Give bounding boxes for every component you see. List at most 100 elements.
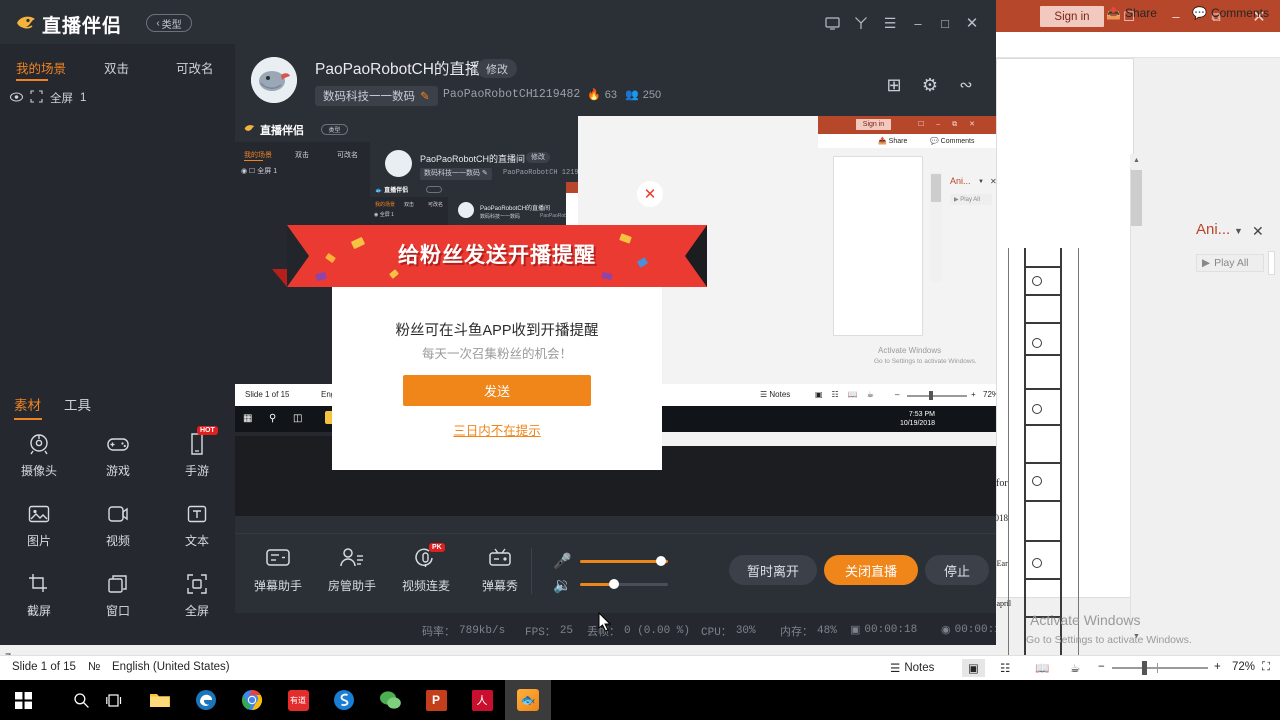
video-icon xyxy=(106,502,130,526)
ppt-comments-button[interactable]: 💬 Comments xyxy=(1186,3,1275,23)
category-pill[interactable]: 数码科技一一数码 ✎ xyxy=(315,86,438,106)
douyu-minimize-icon[interactable]: – xyxy=(906,14,930,32)
slide-text-fragment-2: for xyxy=(996,478,1008,489)
asset-item-window[interactable]: 窗口 xyxy=(79,572,157,640)
edit-pencil-icon[interactable]: ✎ xyxy=(420,89,430,103)
slide-indicator[interactable]: Slide 1 of 15 xyxy=(12,661,76,673)
powerpoint-status-bar: Slide 1 of 15 № English (United States) … xyxy=(0,655,1280,680)
layout-icon[interactable]: ⊞ xyxy=(882,73,906,97)
scene-tab-my-scenes[interactable]: 我的场景 xyxy=(16,58,66,77)
task-view-icon[interactable] xyxy=(92,680,138,720)
tool-room-admin[interactable]: 房管助手 xyxy=(315,546,389,594)
record-time-stat: ▣ 00:00:18 xyxy=(850,624,918,637)
taskbar-app-google-chrome[interactable] xyxy=(229,680,275,720)
tool-video-link[interactable]: PK 视频连麦 xyxy=(389,543,463,594)
slide-pane-scrollbar[interactable] xyxy=(1130,154,1143,644)
asset-item-label: 截屏 xyxy=(26,604,51,618)
ppt-minimize-icon[interactable]: – xyxy=(1165,7,1187,26)
speaker-slider-knob[interactable] xyxy=(609,579,619,589)
tool-danmaku-assistant[interactable]: 弹幕助手 xyxy=(241,546,315,594)
spell-check-icon[interactable]: № xyxy=(88,661,100,673)
language-indicator[interactable]: English (United States) xyxy=(112,661,230,673)
modify-room-button[interactable]: 修改 xyxy=(477,59,517,78)
share-icon: 📤 xyxy=(1106,6,1121,20)
taskbar-app-youdao-dictionary[interactable]: 有道 xyxy=(275,680,321,720)
speaker-slider-fill xyxy=(580,583,610,586)
record-box-icon: ▣ xyxy=(850,625,861,637)
cpu-stat: CPU： 30% xyxy=(701,625,756,639)
windows-start-icon[interactable] xyxy=(0,680,46,720)
zoom-level-label[interactable]: 72% xyxy=(1232,661,1255,673)
avatar[interactable] xyxy=(251,57,297,103)
asset-item-video[interactable]: 视频 xyxy=(79,502,157,570)
slide-technical-drawing xyxy=(1000,248,1130,698)
taskbar-app-sogou-browser[interactable] xyxy=(321,680,367,720)
douyu-maximize-icon[interactable]: □ xyxy=(933,14,957,32)
stop-button[interactable]: 停止 xyxy=(925,555,989,585)
ppt-sign-in-button[interactable]: Sign in xyxy=(1040,6,1104,27)
taskbar-app-microsoft-edge[interactable] xyxy=(183,680,229,720)
notes-button[interactable]: ☰ Notes xyxy=(890,661,934,675)
scroll-up-icon[interactable]: ▲ xyxy=(1130,154,1143,168)
normal-view-icon[interactable]: ▣ xyxy=(962,659,985,677)
animation-pane-strip xyxy=(1268,251,1275,275)
modal-close-button[interactable]: ✕ xyxy=(637,181,663,207)
modal-dismiss-link[interactable]: 三日内不在提示 xyxy=(332,420,662,439)
asset-item-screenshot[interactable]: 截屏 xyxy=(0,572,78,640)
animation-pane-scrollbar[interactable] xyxy=(1268,298,1279,658)
asset-item-fullscreen[interactable]: 全屏 xyxy=(158,572,236,640)
asset-item-mobile-game[interactable]: HOT 手游 xyxy=(158,426,236,500)
taskbar-app-wechat[interactable] xyxy=(367,680,413,720)
ppt-share-button[interactable]: 📤 Share xyxy=(1100,3,1163,23)
reading-view-icon[interactable]: 📖 xyxy=(1035,661,1049,675)
taskbar-app-powerpoint[interactable]: P xyxy=(413,680,459,720)
windows-taskbar: 有道 P 人 🐟 1219482 👤 ▲ 🔊 ● 🔋 ◓ 英 S 7:53 PM… xyxy=(0,680,1280,720)
mic-slider-track[interactable] xyxy=(580,560,668,563)
taskbar-app-file-explorer[interactable] xyxy=(137,680,183,720)
gift-icon[interactable] xyxy=(849,14,873,32)
asset-tab-underline xyxy=(14,418,42,420)
mic-slider-knob[interactable] xyxy=(656,556,666,566)
play-all-button[interactable]: ▶ Play All xyxy=(1196,254,1264,272)
scene-tab-double-click[interactable]: 双击 xyxy=(104,58,129,77)
chevron-down-icon[interactable]: ▼ xyxy=(1234,226,1243,236)
douyu-status-bar: 码率： 789kb/s FPS： 25 丢帧： 0 (0.00 %) CPU： … xyxy=(235,613,996,645)
microphone-icon[interactable]: 🎤 xyxy=(553,552,572,570)
taskbar-app-douyu-stream-companion[interactable]: 🐟 xyxy=(505,680,551,720)
menu-icon[interactable]: ☰ xyxy=(878,14,902,32)
slide-sorter-icon[interactable]: ☷ xyxy=(1000,661,1010,675)
fps-stat: FPS： 25 xyxy=(525,625,574,639)
zoom-out-button[interactable]: − xyxy=(1098,661,1105,673)
scene-tab-rename[interactable]: 可改名 xyxy=(176,58,214,77)
asset-tab-tools[interactable]: 工具 xyxy=(64,394,91,414)
taskbar-app-adobe-acrobat[interactable]: 人 xyxy=(459,680,505,720)
asset-tab-materials[interactable]: 素材 xyxy=(14,394,41,414)
fit-slide-icon[interactable]: ⛶ xyxy=(1262,661,1270,674)
close-stream-button[interactable]: 关闭直播 xyxy=(824,555,918,585)
asset-item-image[interactable]: 图片 xyxy=(0,502,78,570)
screen-icon[interactable] xyxy=(820,14,844,32)
share-nodes-icon[interactable]: ∾ xyxy=(954,73,978,97)
animation-pane-close-icon[interactable]: ✕ xyxy=(1252,223,1264,240)
hot-stat: 🔥 63 xyxy=(587,88,617,102)
douyu-close-icon[interactable]: ✕ xyxy=(960,14,984,32)
asset-item-camera[interactable]: 摄像头 xyxy=(0,432,78,500)
modal-send-button[interactable]: 发送 xyxy=(403,375,591,406)
zoom-in-button[interactable]: + xyxy=(1214,661,1221,673)
temporary-leave-button[interactable]: 暂时离开 xyxy=(729,555,817,585)
asset-item-text[interactable]: 文本 xyxy=(158,502,236,570)
tool-danmaku-show[interactable]: 弹幕秀 xyxy=(463,546,537,594)
speaker-icon[interactable]: 🔉 xyxy=(553,576,572,594)
zoom-slider-track[interactable] xyxy=(1112,667,1208,669)
zoom-slider-midpoint xyxy=(1157,663,1158,673)
activate-windows-subtitle: Go to Settings to activate Windows. xyxy=(1026,634,1192,646)
scrollbar-thumb[interactable] xyxy=(1131,170,1142,226)
zoom-slider-thumb[interactable] xyxy=(1142,661,1147,675)
stream-type-button[interactable]: ‹ 类型 xyxy=(146,14,192,32)
eye-icon[interactable] xyxy=(10,92,23,105)
settings-gear-icon[interactable]: ⚙ xyxy=(918,73,942,97)
scene-list-item-fullscreen[interactable]: 全屏 1 xyxy=(10,90,86,106)
asset-item-label: 手游 xyxy=(184,464,209,478)
slideshow-icon[interactable]: ☕ xyxy=(1070,661,1080,675)
asset-item-game[interactable]: 游戏 xyxy=(79,432,157,500)
